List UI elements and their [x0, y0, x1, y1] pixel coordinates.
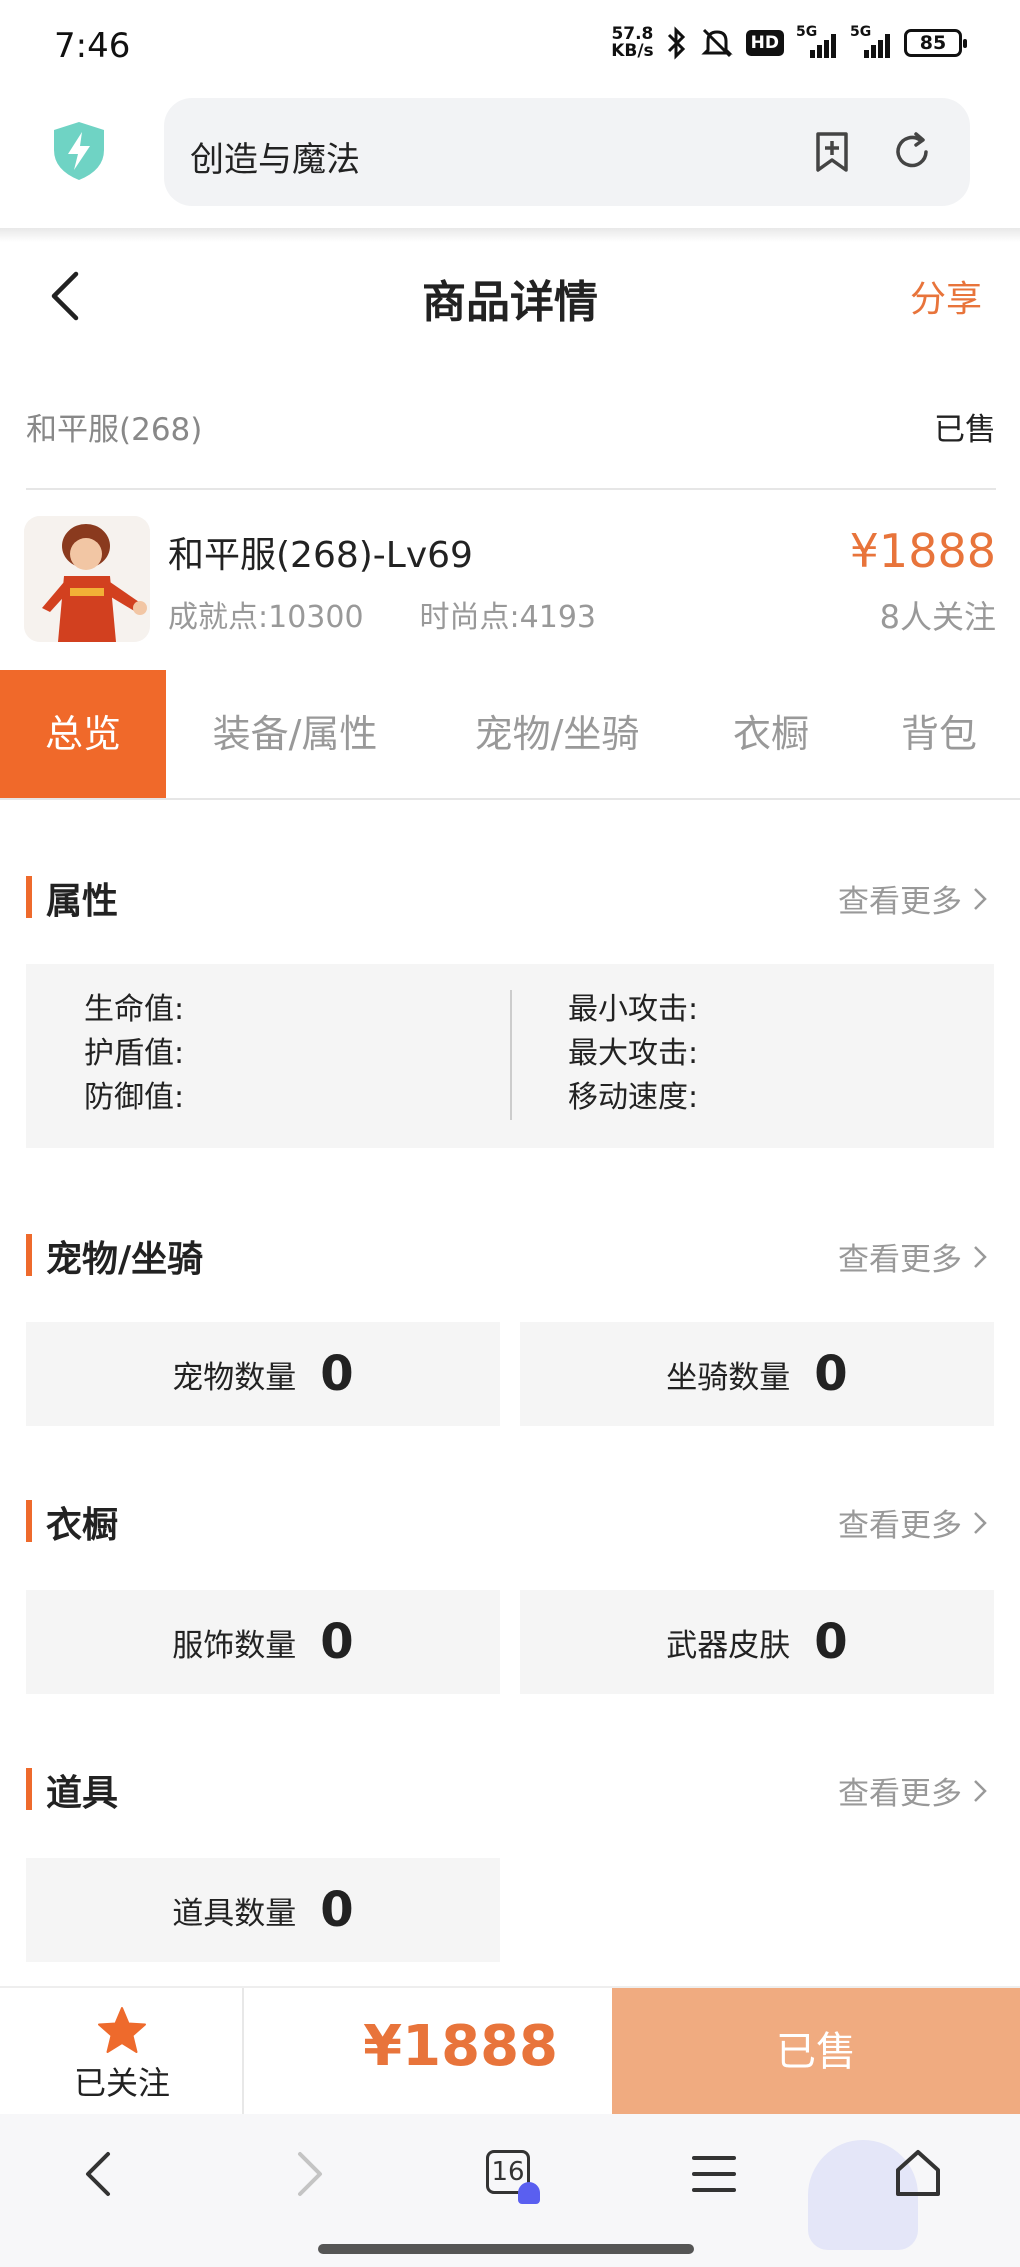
tab-overview[interactable]: 总览: [0, 670, 166, 798]
attr-max-attack: 最大攻击:: [568, 1036, 699, 1071]
attributes-left-column: 生命值: 护盾值: 防御值:: [84, 988, 184, 1120]
sale-status: 已售: [934, 412, 996, 448]
server-row: 和平服(268) 已售: [26, 400, 996, 490]
attr-min-attack: 最小攻击:: [568, 992, 699, 1027]
character-avatar: [24, 516, 150, 642]
star-icon: [98, 2007, 146, 2053]
action-bar: 已关注 ¥1888 已售: [0, 1986, 1020, 2116]
bell-off-icon: [701, 28, 733, 58]
stat-mount-count: 坐骑数量 0: [520, 1322, 994, 1426]
stat-weapon-skin-count: 武器皮肤 0: [520, 1590, 994, 1694]
see-more-items[interactable]: 查看更多: [838, 1768, 988, 1813]
detail-tabs: 总览 装备/属性 宠物/坐骑 衣橱 背包: [0, 670, 1020, 800]
stat-pet-count: 宠物数量 0: [26, 1322, 500, 1426]
attr-defense: 防御值:: [84, 1080, 185, 1115]
section-title: 属性: [46, 881, 119, 922]
follow-label: 已关注: [73, 2064, 170, 2102]
signal-icon: 5G: [796, 24, 838, 58]
follow-button[interactable]: 已关注: [0, 1988, 244, 2116]
menu-icon[interactable]: [682, 2142, 746, 2206]
section-marker: [26, 1768, 32, 1810]
battery-icon: 85: [904, 29, 967, 57]
attributes-divider: [510, 990, 512, 1120]
see-more-pets[interactable]: 查看更多: [838, 1234, 988, 1279]
tabs-count-button[interactable]: 16: [478, 2142, 542, 2206]
attributes-right-column: 最小攻击: 最大攻击: 移动速度:: [568, 988, 698, 1120]
tab-backpack[interactable]: 背包: [882, 670, 996, 798]
status-bar: 7:46 57.8 KB/s HD 5G 5G 85: [0, 0, 1020, 90]
address-bar[interactable]: 创造与魔法: [164, 98, 970, 206]
section-title: 宠物/坐骑: [46, 1239, 204, 1280]
address-text[interactable]: 创造与魔法: [190, 132, 360, 181]
nav-back-icon[interactable]: [68, 2142, 132, 2206]
character-figure-icon: [24, 516, 150, 642]
product-meta: 成就点:10300 时尚点:4193: [168, 592, 596, 636]
tab-pets[interactable]: 宠物/坐骑: [452, 670, 662, 798]
section-marker: [26, 876, 32, 918]
hd-icon: HD: [745, 30, 784, 56]
chevron-right-icon: [974, 887, 987, 910]
page-header: 商品详情 分享: [0, 240, 1020, 350]
see-more-wardrobe[interactable]: 查看更多: [838, 1500, 988, 1545]
tab-equipment[interactable]: 装备/属性: [190, 670, 400, 798]
signal-icon: 5G: [850, 24, 892, 58]
home-icon[interactable]: [886, 2142, 950, 2206]
bookmark-add-icon[interactable]: [808, 128, 856, 176]
share-button[interactable]: 分享: [910, 270, 982, 322]
stat-item-count: 道具数量 0: [26, 1858, 500, 1962]
status-time: 7:46: [54, 26, 131, 66]
product-name: 和平服(268)-Lv69: [168, 535, 473, 576]
home-indicator[interactable]: [318, 2244, 694, 2254]
section-marker: [26, 1234, 32, 1276]
chevron-right-icon: [974, 1779, 987, 1802]
section-marker: [26, 1500, 32, 1542]
shield-bolt-icon[interactable]: [52, 120, 106, 182]
status-icons: 57.8 KB/s HD 5G 5G 85: [611, 24, 967, 61]
network-speed: 57.8 KB/s: [611, 24, 654, 61]
section-items-header: 道具 查看更多: [26, 1764, 996, 1814]
browser-toolbar: 创造与魔法: [0, 90, 1020, 230]
attr-hp: 生命值:: [84, 992, 185, 1027]
fashion-points: 时尚点:4193: [419, 600, 597, 635]
tab-wardrobe[interactable]: 衣橱: [714, 670, 828, 798]
product-price: ¥1888: [849, 524, 996, 578]
nav-forward-icon[interactable]: [276, 2142, 340, 2206]
sold-button[interactable]: 已售: [612, 1988, 1020, 2116]
page-title: 商品详情: [422, 277, 598, 328]
bluetooth-icon: [667, 26, 685, 60]
bottom-price: ¥1888: [363, 2014, 558, 2079]
section-title: 道具: [46, 1773, 119, 1814]
section-title: 衣橱: [46, 1505, 119, 1546]
product-summary[interactable]: 和平服(268)-Lv69 成就点:10300 时尚点:4193 ¥1888 8人…: [0, 510, 1020, 642]
incognito-badge-icon: [518, 2182, 540, 2204]
section-attributes-header: 属性 查看更多: [26, 872, 996, 922]
attributes-panel: 生命值: 护盾值: 防御值: 最小攻击: 最大攻击: 移动速度:: [26, 964, 994, 1148]
achievement-points: 成就点:10300: [168, 600, 364, 635]
attr-shield: 护盾值:: [84, 1036, 185, 1071]
section-pets-header: 宠物/坐骑 查看更多: [26, 1230, 996, 1280]
chevron-right-icon: [974, 1511, 987, 1534]
server-name: 和平服(268): [26, 412, 203, 448]
follower-count: 8人关注: [879, 598, 996, 636]
attr-move-speed: 移动速度:: [568, 1080, 699, 1115]
stat-outfit-count: 服饰数量 0: [26, 1590, 500, 1694]
see-more-attributes[interactable]: 查看更多: [838, 876, 988, 921]
refresh-icon[interactable]: [888, 128, 936, 176]
chevron-right-icon: [974, 1245, 987, 1268]
section-wardrobe-header: 衣橱 查看更多: [26, 1496, 996, 1546]
